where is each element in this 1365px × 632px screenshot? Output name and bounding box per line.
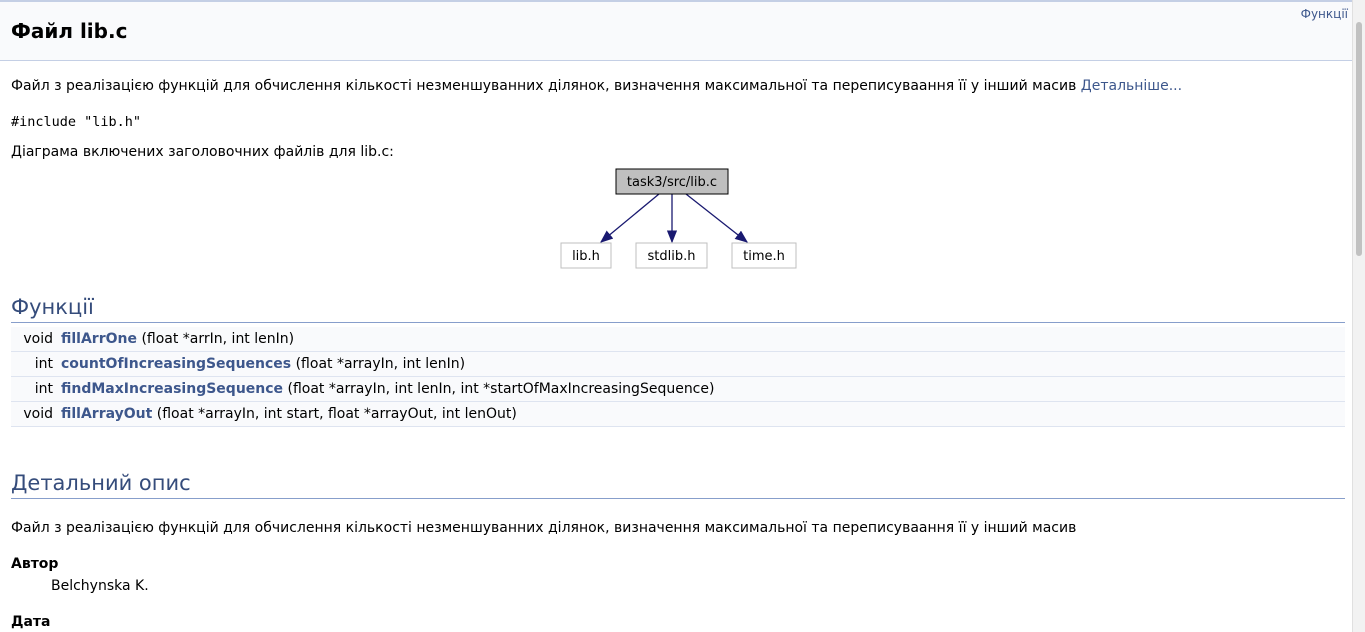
function-link-fillarrayout[interactable]: fillArrayOut	[61, 406, 152, 422]
vertical-scrollbar[interactable]	[1352, 0, 1365, 632]
author-label: Автор	[11, 556, 59, 572]
graph-node-time-h-label: time.h	[743, 249, 785, 264]
function-signature: countOfIncreasingSequences (float *array…	[61, 351, 1345, 377]
return-type: void	[11, 401, 61, 427]
graph-node-lib-h[interactable]: lib.h	[560, 242, 612, 269]
include-dependency-graph: task3/src/lib.c lib.h stdlib.h time.h	[560, 168, 797, 269]
functions-table: void fillArrOne (float *arrIn, int lenIn…	[11, 327, 1345, 427]
function-args: (float *arrayIn, int lenIn)	[295, 356, 466, 372]
return-type: int	[11, 376, 61, 402]
table-row: void fillArrOne (float *arrIn, int lenIn…	[11, 327, 1345, 352]
function-args: (float *arrIn, int lenIn)	[141, 331, 295, 347]
graph-node-stdlib-h-label: stdlib.h	[648, 249, 696, 264]
function-args: (float *arrayIn, int start, float *array…	[156, 406, 517, 422]
function-link-countofincreasingsequences[interactable]: countOfIncreasingSequences	[61, 356, 291, 372]
graph-node-root-label: task3/src/lib.c	[627, 175, 717, 190]
details-section-title: Детальний опис	[11, 470, 1345, 499]
author-value: Belchynska K.	[51, 578, 149, 594]
function-signature: fillArrOne (float *arrIn, int lenIn)	[61, 327, 1345, 352]
function-args: (float *arrayIn, int lenIn, int *startOf…	[287, 381, 715, 397]
graph-edge-time-h	[685, 193, 749, 243]
return-type: int	[11, 351, 61, 377]
table-row: int countOfIncreasingSequences (float *a…	[11, 351, 1345, 377]
table-row: int findMaxIncreasingSequence (float *ar…	[11, 376, 1345, 402]
graph-node-stdlib-h[interactable]: stdlib.h	[635, 242, 708, 269]
function-signature: findMaxIncreasingSequence (float *arrayI…	[61, 376, 1345, 402]
graph-node-time-h[interactable]: time.h	[731, 242, 797, 269]
detailed-description-text: Файл з реалізацією функцій для обчисленн…	[11, 520, 1077, 536]
function-link-findmaxincreasingsequence[interactable]: findMaxIncreasingSequence	[61, 381, 283, 397]
graph-node-lib-h-label: lib.h	[572, 249, 600, 264]
functions-section-title: Функції	[11, 294, 1345, 323]
graph-edge-lib-h	[599, 193, 660, 243]
graph-node-root: task3/src/lib.c	[615, 168, 729, 195]
date-label: Дата	[11, 614, 51, 630]
function-link-fillarrone[interactable]: fillArrOne	[61, 331, 137, 347]
scrollbar-thumb[interactable]	[1356, 22, 1362, 256]
return-type: void	[11, 327, 61, 352]
document-viewport: Файл lib.c Функції Файл з реалізацією фу…	[0, 0, 1353, 632]
table-row: void fillArrayOut (float *arrayIn, int s…	[11, 401, 1345, 427]
function-signature: fillArrayOut (float *arrayIn, int start,…	[61, 401, 1345, 427]
